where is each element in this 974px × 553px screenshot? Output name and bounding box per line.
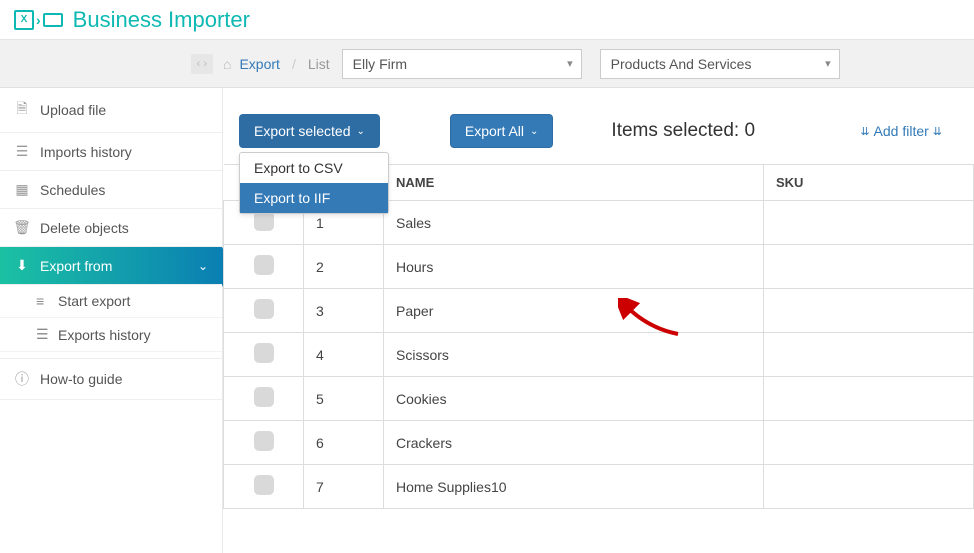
nav-back-forward[interactable]: ‹ ›	[191, 54, 213, 74]
row-sku	[764, 377, 974, 421]
breadcrumb-list: List	[308, 56, 330, 72]
export-all-label: Export All	[465, 123, 524, 139]
home-icon[interactable]: ⌂	[223, 56, 231, 72]
row-name: Paper	[384, 289, 764, 333]
row-checkbox-cell	[224, 377, 304, 421]
sidebar-item-imports-history[interactable]: ☰ Imports history	[0, 133, 222, 171]
database-icon: ≡	[36, 293, 50, 309]
dropdown-item-iif[interactable]: Export to IIF	[240, 183, 388, 213]
add-filter-label: Add filter	[874, 123, 929, 139]
column-name[interactable]: NAME	[384, 165, 764, 201]
trash-icon: 🗑	[14, 219, 30, 236]
row-number: 4	[304, 333, 384, 377]
breadcrumb-export-link[interactable]: Export	[239, 56, 279, 72]
row-name: Crackers	[384, 421, 764, 465]
list-icon: ☰	[14, 143, 30, 160]
row-name: Sales	[384, 201, 764, 245]
category-select-value: Products And Services	[611, 56, 752, 72]
row-sku	[764, 421, 974, 465]
dropdown-item-csv[interactable]: Export to CSV	[240, 153, 388, 183]
row-number: 5	[304, 377, 384, 421]
row-name: Scissors	[384, 333, 764, 377]
sidebar-item-delete[interactable]: 🗑 Delete objects	[0, 209, 222, 247]
sidebar-item-label: Upload file	[40, 102, 106, 118]
row-sku	[764, 333, 974, 377]
list-icon: ☰	[36, 326, 50, 343]
row-checkbox[interactable]	[254, 255, 274, 275]
table-row[interactable]: 7Home Supplies10	[224, 465, 974, 509]
row-checkbox-cell	[224, 333, 304, 377]
sidebar-sub-exports-history[interactable]: ☰ Exports history	[0, 318, 222, 352]
category-select[interactable]: Products And Services	[600, 49, 840, 79]
info-icon: ⓘ	[14, 369, 30, 389]
table-row[interactable]: 3Paper	[224, 289, 974, 333]
sidebar-sub-label: Exports history	[58, 327, 151, 343]
row-sku	[764, 465, 974, 509]
row-checkbox[interactable]	[254, 475, 274, 495]
row-name: Home Supplies10	[384, 465, 764, 509]
export-all-button[interactable]: Export All ⌄	[450, 114, 554, 148]
sidebar-item-label: Imports history	[40, 144, 132, 160]
sidebar-sub-label: Start export	[58, 293, 130, 309]
row-number: 7	[304, 465, 384, 509]
sidebar-item-label: How-to guide	[40, 371, 123, 387]
row-checkbox[interactable]	[254, 211, 274, 231]
row-checkbox-cell	[224, 289, 304, 333]
row-checkbox-cell	[224, 465, 304, 509]
row-checkbox[interactable]	[254, 343, 274, 363]
sidebar-item-label: Export from	[40, 258, 112, 274]
sidebar-item-howto[interactable]: ⓘ How-to guide	[0, 358, 222, 400]
caret-down-icon: ⌄	[530, 126, 538, 137]
company-select[interactable]: Elly Firm	[342, 49, 582, 79]
toolbar: Export selected ⌄ Export to CSV Export t…	[223, 88, 974, 164]
sidebar-item-export-from[interactable]: ⬇ Export from ⌄	[0, 247, 222, 285]
column-sku[interactable]: SKU	[764, 165, 974, 201]
caret-down-icon: ⌄	[357, 126, 365, 137]
sidebar-item-upload[interactable]: 🗎 Upload file	[0, 88, 222, 133]
data-table: NAME SKU 1Sales2Hours3Paper4Scissors5Coo…	[223, 164, 974, 509]
items-selected-status: Items selected: 0	[611, 120, 755, 142]
sidebar-item-schedules[interactable]: ▦ Schedules	[0, 171, 222, 209]
export-selected-button[interactable]: Export selected ⌄	[239, 114, 380, 148]
file-icon: 🗎	[14, 98, 30, 122]
double-arrow-down-icon: ⇊	[860, 125, 869, 138]
row-name: Hours	[384, 245, 764, 289]
row-checkbox[interactable]	[254, 431, 274, 451]
sidebar-item-label: Delete objects	[40, 220, 129, 236]
row-checkbox[interactable]	[254, 387, 274, 407]
app-header: X› Business Importer	[0, 0, 974, 40]
add-filter-button[interactable]: ⇊ Add filter ⇊	[860, 123, 942, 139]
export-selected-dropdown: Export to CSV Export to IIF	[239, 152, 389, 214]
row-number: 6	[304, 421, 384, 465]
main-content: Export selected ⌄ Export to CSV Export t…	[223, 88, 974, 553]
row-sku	[764, 245, 974, 289]
topbar: ‹ › ⌂ Export / List Elly Firm Products A…	[0, 40, 974, 88]
row-name: Cookies	[384, 377, 764, 421]
row-sku	[764, 201, 974, 245]
row-checkbox-cell	[224, 245, 304, 289]
sidebar-item-label: Schedules	[40, 182, 105, 198]
sidebar: 🗎 Upload file ☰ Imports history ▦ Schedu…	[0, 88, 223, 553]
table-row[interactable]: 4Scissors	[224, 333, 974, 377]
calendar-icon: ▦	[14, 181, 30, 198]
chevron-down-icon: ⌄	[198, 259, 208, 273]
double-arrow-down-icon: ⇊	[933, 125, 942, 138]
breadcrumb: ⌂ Export / List	[223, 56, 330, 72]
company-select-value: Elly Firm	[353, 56, 407, 72]
row-checkbox-cell	[224, 421, 304, 465]
row-sku	[764, 289, 974, 333]
row-number: 3	[304, 289, 384, 333]
row-number: 2	[304, 245, 384, 289]
sidebar-sub-start-export[interactable]: ≡ Start export	[0, 285, 222, 318]
download-icon: ⬇	[14, 257, 30, 274]
table-row[interactable]: 6Crackers	[224, 421, 974, 465]
row-checkbox[interactable]	[254, 299, 274, 319]
table-row[interactable]: 5Cookies	[224, 377, 974, 421]
export-selected-label: Export selected	[254, 123, 351, 139]
app-title: Business Importer	[73, 7, 250, 33]
app-logo: X›	[14, 10, 63, 30]
table-row[interactable]: 2Hours	[224, 245, 974, 289]
